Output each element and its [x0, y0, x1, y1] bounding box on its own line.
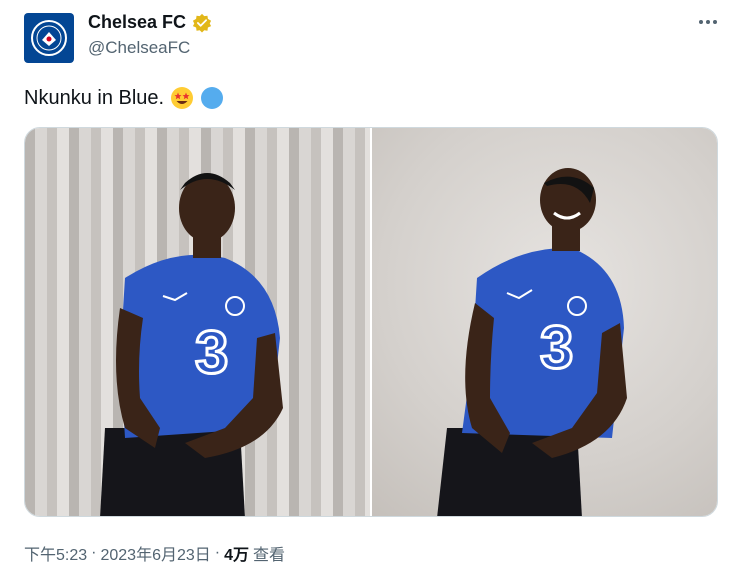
photo-1[interactable]: 3 [25, 128, 370, 516]
author-name[interactable]: Chelsea FC [88, 12, 212, 33]
tweet-meta: 下午5:23 · 2023年6月23日 · 4万 查看 [24, 541, 285, 565]
author-name-text[interactable]: Chelsea FC [88, 12, 186, 33]
more-dot [713, 20, 717, 24]
views-count: 4万 [224, 547, 250, 564]
blue-circle-emoji-icon [201, 87, 224, 109]
star-struck-emoji-icon [171, 87, 194, 109]
player-figure-2: 3 [437, 168, 627, 516]
author-handle[interactable]: @ChelseaFC [88, 38, 190, 58]
tweet-date[interactable]: 2023年6月23日 [100, 541, 210, 565]
player-figure-1: 3 [100, 173, 283, 516]
verified-badge-icon [192, 13, 212, 33]
more-icon[interactable] [695, 12, 721, 32]
jersey-sponsor-text: 3 [195, 319, 228, 386]
views-label: 查看 [253, 547, 286, 564]
jersey-sponsor-text: 3 [540, 314, 573, 381]
more-dot [699, 20, 703, 24]
meta-separator: · [214, 544, 221, 561]
photo-2[interactable]: 3 [372, 128, 717, 516]
tweet-text: Nkunku in Blue. [24, 86, 224, 110]
avatar[interactable] [24, 13, 74, 63]
chelsea-crest-icon [31, 20, 67, 56]
meta-separator: · [91, 544, 97, 561]
more-dot [706, 20, 710, 24]
tweet-text-content: Nkunku in Blue. [24, 86, 165, 109]
tweet-time[interactable]: 下午5:23 [24, 541, 87, 565]
media-grid: 3 3 [24, 127, 718, 517]
